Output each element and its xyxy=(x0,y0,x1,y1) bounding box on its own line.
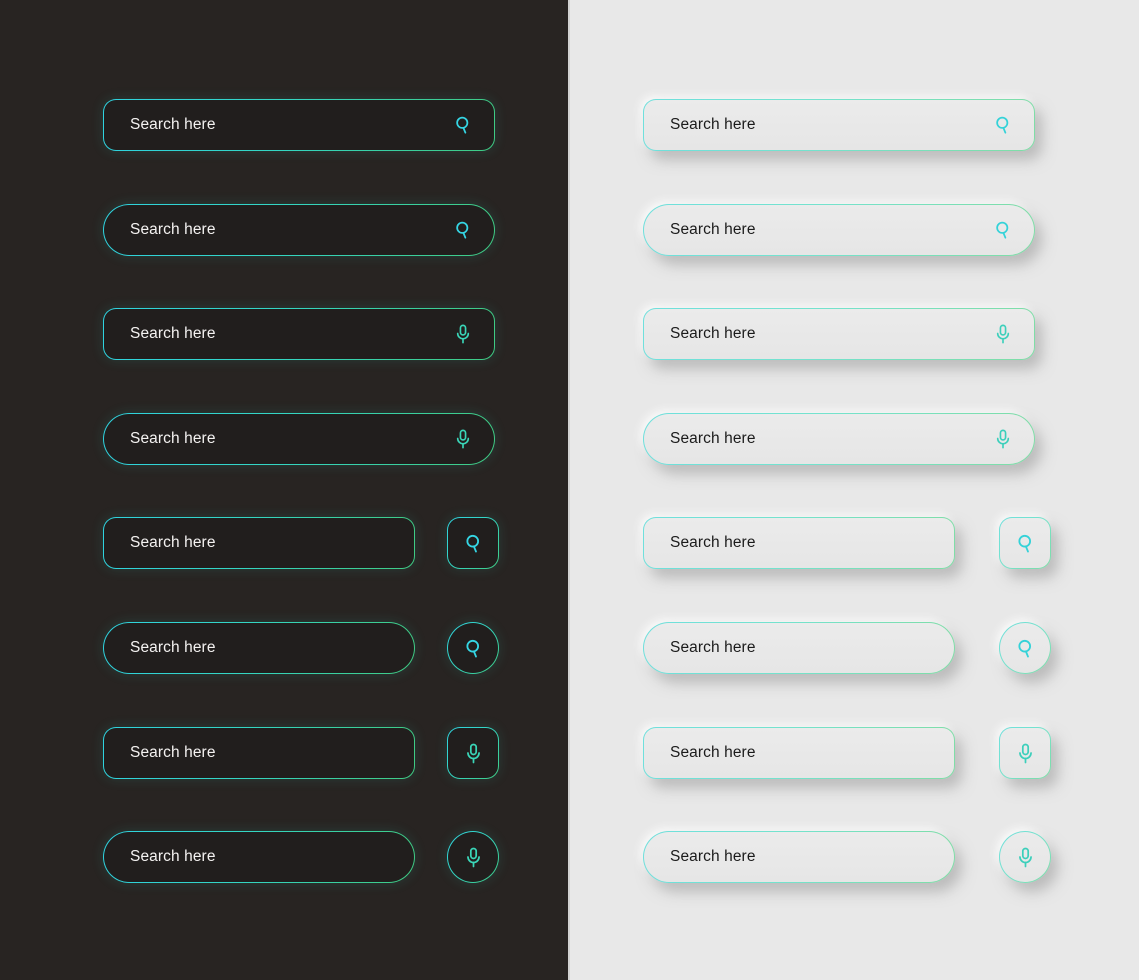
search-row-dark-5: Search here xyxy=(103,517,499,569)
search-button[interactable] xyxy=(447,517,499,569)
search-field[interactable]: Search here xyxy=(643,204,1035,256)
panel-divider xyxy=(568,0,570,980)
microphone-icon[interactable] xyxy=(450,321,476,347)
dark-rows: Search here Search here Search here Sear… xyxy=(0,0,568,980)
search-field[interactable]: Search here xyxy=(643,308,1035,360)
search-field[interactable]: Search here xyxy=(103,413,495,465)
search-field[interactable]: Search here xyxy=(103,727,415,779)
light-rows: Search here Search here Search here Sear… xyxy=(568,0,1139,980)
search-placeholder: Search here xyxy=(670,534,756,551)
search-field[interactable]: Search here xyxy=(643,517,955,569)
microphone-icon[interactable] xyxy=(990,426,1016,452)
search-placeholder: Search here xyxy=(130,116,216,133)
search-field[interactable]: Search here xyxy=(103,831,415,883)
search-field[interactable]: Search here xyxy=(643,727,955,779)
search-field[interactable]: Search here xyxy=(103,622,415,674)
search-placeholder: Search here xyxy=(130,744,216,761)
light-theme-panel: Search here Search here Search here Sear… xyxy=(568,0,1139,980)
search-field[interactable]: Search here xyxy=(103,204,495,256)
search-field[interactable]: Search here xyxy=(103,517,415,569)
search-icon[interactable] xyxy=(990,112,1016,138)
search-placeholder: Search here xyxy=(130,430,216,447)
search-placeholder: Search here xyxy=(670,116,756,133)
search-row-light-3: Search here xyxy=(643,308,1035,360)
search-placeholder: Search here xyxy=(130,325,216,342)
search-field[interactable]: Search here xyxy=(103,308,495,360)
search-row-light-8: Search here xyxy=(643,831,1051,883)
search-placeholder: Search here xyxy=(670,325,756,342)
microphone-button[interactable] xyxy=(447,727,499,779)
search-row-dark-3: Search here xyxy=(103,308,495,360)
search-bar-ui-kit: Search here Search here Search here Sear… xyxy=(0,0,1139,980)
search-row-dark-4: Search here xyxy=(103,413,495,465)
search-row-dark-7: Search here xyxy=(103,727,499,779)
search-icon[interactable] xyxy=(450,112,476,138)
search-field[interactable]: Search here xyxy=(643,831,955,883)
microphone-icon[interactable] xyxy=(450,426,476,452)
search-field[interactable]: Search here xyxy=(103,99,495,151)
search-row-light-4: Search here xyxy=(643,413,1035,465)
search-placeholder: Search here xyxy=(130,848,216,865)
search-placeholder: Search here xyxy=(670,221,756,238)
search-row-light-7: Search here xyxy=(643,727,1051,779)
microphone-button[interactable] xyxy=(447,831,499,883)
search-row-light-2: Search here xyxy=(643,204,1035,256)
search-row-dark-2: Search here xyxy=(103,204,495,256)
search-placeholder: Search here xyxy=(130,639,216,656)
microphone-button[interactable] xyxy=(999,831,1051,883)
search-field[interactable]: Search here xyxy=(643,99,1035,151)
search-placeholder: Search here xyxy=(670,639,756,656)
search-placeholder: Search here xyxy=(670,430,756,447)
search-row-dark-8: Search here xyxy=(103,831,499,883)
search-button[interactable] xyxy=(999,517,1051,569)
search-placeholder: Search here xyxy=(130,221,216,238)
search-row-light-5: Search here xyxy=(643,517,1051,569)
microphone-button[interactable] xyxy=(999,727,1051,779)
search-placeholder: Search here xyxy=(670,848,756,865)
search-icon[interactable] xyxy=(990,217,1016,243)
search-row-light-1: Search here xyxy=(643,99,1035,151)
microphone-icon[interactable] xyxy=(990,321,1016,347)
search-field[interactable]: Search here xyxy=(643,413,1035,465)
search-row-light-6: Search here xyxy=(643,622,1051,674)
search-field[interactable]: Search here xyxy=(643,622,955,674)
search-icon[interactable] xyxy=(450,217,476,243)
search-row-dark-1: Search here xyxy=(103,99,495,151)
search-button[interactable] xyxy=(999,622,1051,674)
search-row-dark-6: Search here xyxy=(103,622,499,674)
search-button[interactable] xyxy=(447,622,499,674)
search-placeholder: Search here xyxy=(670,744,756,761)
search-placeholder: Search here xyxy=(130,534,216,551)
dark-theme-panel: Search here Search here Search here Sear… xyxy=(0,0,568,980)
